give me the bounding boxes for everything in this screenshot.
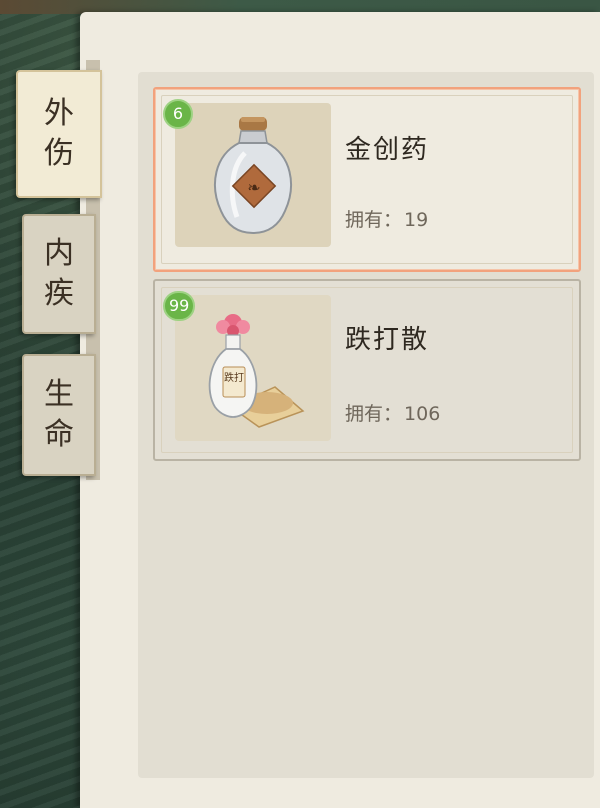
- owned-number: 106: [404, 403, 441, 425]
- tab-char: 内: [44, 236, 74, 271]
- svg-text:❧: ❧: [247, 178, 260, 197]
- owned-label: 拥有：: [345, 209, 403, 231]
- item-thumbnail: ❧: [175, 103, 331, 247]
- owned-count: 拥有： 106: [345, 399, 440, 426]
- powder-vase-icon: 跌打: [208, 314, 305, 428]
- tab-internal-illness[interactable]: 内 疾: [22, 214, 96, 334]
- bottle-label-char: 跌打: [224, 371, 244, 384]
- item-card-jinchuangyao[interactable]: ❧ 6 金创药 拥有： 19: [153, 87, 581, 272]
- tab-char: 命: [44, 417, 74, 452]
- count-badge: 99: [163, 291, 196, 321]
- item-name: 金创药: [345, 135, 430, 165]
- item-name: 跌打散: [345, 325, 430, 355]
- owned-count: 拥有： 19: [345, 205, 428, 232]
- tab-char: 疾: [44, 276, 74, 311]
- count-badge: 6: [163, 99, 193, 129]
- owned-number: 19: [404, 209, 429, 231]
- medicine-bottle-icon: ❧: [214, 117, 292, 235]
- tab-life[interactable]: 生 命: [22, 354, 96, 476]
- tab-external-injury[interactable]: 外 伤: [16, 70, 102, 198]
- tab-char: 外: [44, 96, 74, 131]
- item-card-dieda-san[interactable]: 跌打 99 跌打散 拥有： 106: [153, 279, 581, 461]
- item-thumbnail: 跌打: [175, 295, 331, 441]
- tab-char: 生: [44, 377, 74, 412]
- tab-char: 伤: [44, 136, 74, 171]
- owned-label: 拥有：: [345, 403, 403, 425]
